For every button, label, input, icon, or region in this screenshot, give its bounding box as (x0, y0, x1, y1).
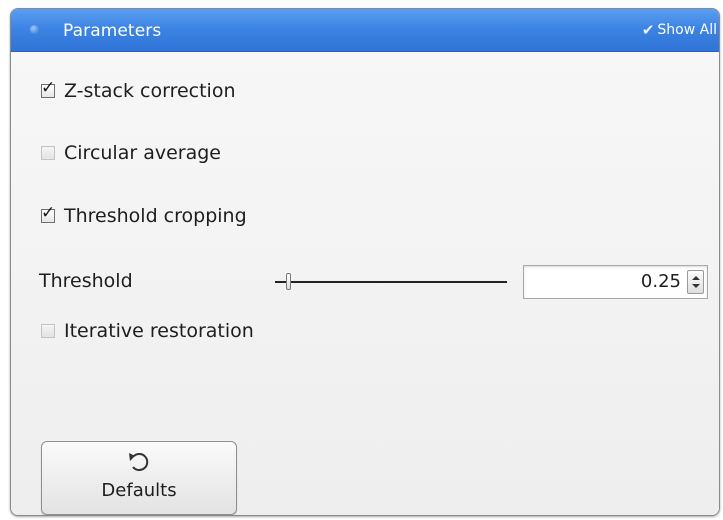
checkmark-icon: ✓ (41, 78, 56, 98)
iterative-restoration-checkbox[interactable]: Iterative restoration (41, 320, 254, 342)
circular-average-checkbox[interactable]: Circular average (41, 142, 221, 164)
panel-header[interactable]: Parameters ✔ Show All (11, 9, 719, 52)
spin-up-icon[interactable] (692, 276, 700, 280)
checkbox-label: Z-stack correction (64, 80, 236, 102)
z-stack-correction-checkbox[interactable]: ✓ Z-stack correction (41, 78, 236, 102)
checkbox-label: Circular average (64, 142, 221, 164)
checkbox-box[interactable]: ✓ (41, 203, 55, 223)
spin-arrows-icon[interactable] (687, 270, 704, 294)
checkmark-icon: ✓ (41, 203, 56, 223)
threshold-spinbox[interactable]: 0.25 (523, 265, 708, 299)
show-all-toggle[interactable]: ✔ Show All (642, 9, 717, 51)
threshold-slider[interactable] (275, 272, 507, 292)
checkbox-label: Threshold cropping (64, 205, 247, 227)
panel-title: Parameters (63, 21, 162, 41)
parameters-panel: Parameters ✔ Show All ✓ Z-stack correcti… (10, 8, 720, 516)
defaults-button[interactable]: Defaults (41, 441, 237, 515)
checkbox-box[interactable]: ✓ (41, 78, 55, 98)
checkbox-box[interactable] (41, 324, 55, 338)
checkbox-box[interactable] (41, 146, 55, 160)
defaults-label: Defaults (101, 480, 177, 501)
slider-track[interactable] (275, 281, 507, 283)
threshold-value-input[interactable]: 0.25 (641, 266, 681, 298)
spin-down-icon[interactable] (692, 284, 700, 288)
undo-icon (129, 453, 149, 472)
show-all-label: Show All (657, 22, 717, 38)
check-icon: ✔ (641, 21, 655, 39)
checkbox-label: Iterative restoration (64, 320, 254, 342)
slider-handle[interactable] (285, 273, 291, 290)
panel-body: ✓ Z-stack correction Circular average ✓ … (11, 52, 719, 515)
collapse-toggle-icon[interactable] (30, 25, 39, 34)
threshold-label: Threshold (39, 270, 133, 292)
threshold-cropping-checkbox[interactable]: ✓ Threshold cropping (41, 203, 247, 227)
page: Parameters ✔ Show All ✓ Z-stack correcti… (0, 0, 723, 520)
